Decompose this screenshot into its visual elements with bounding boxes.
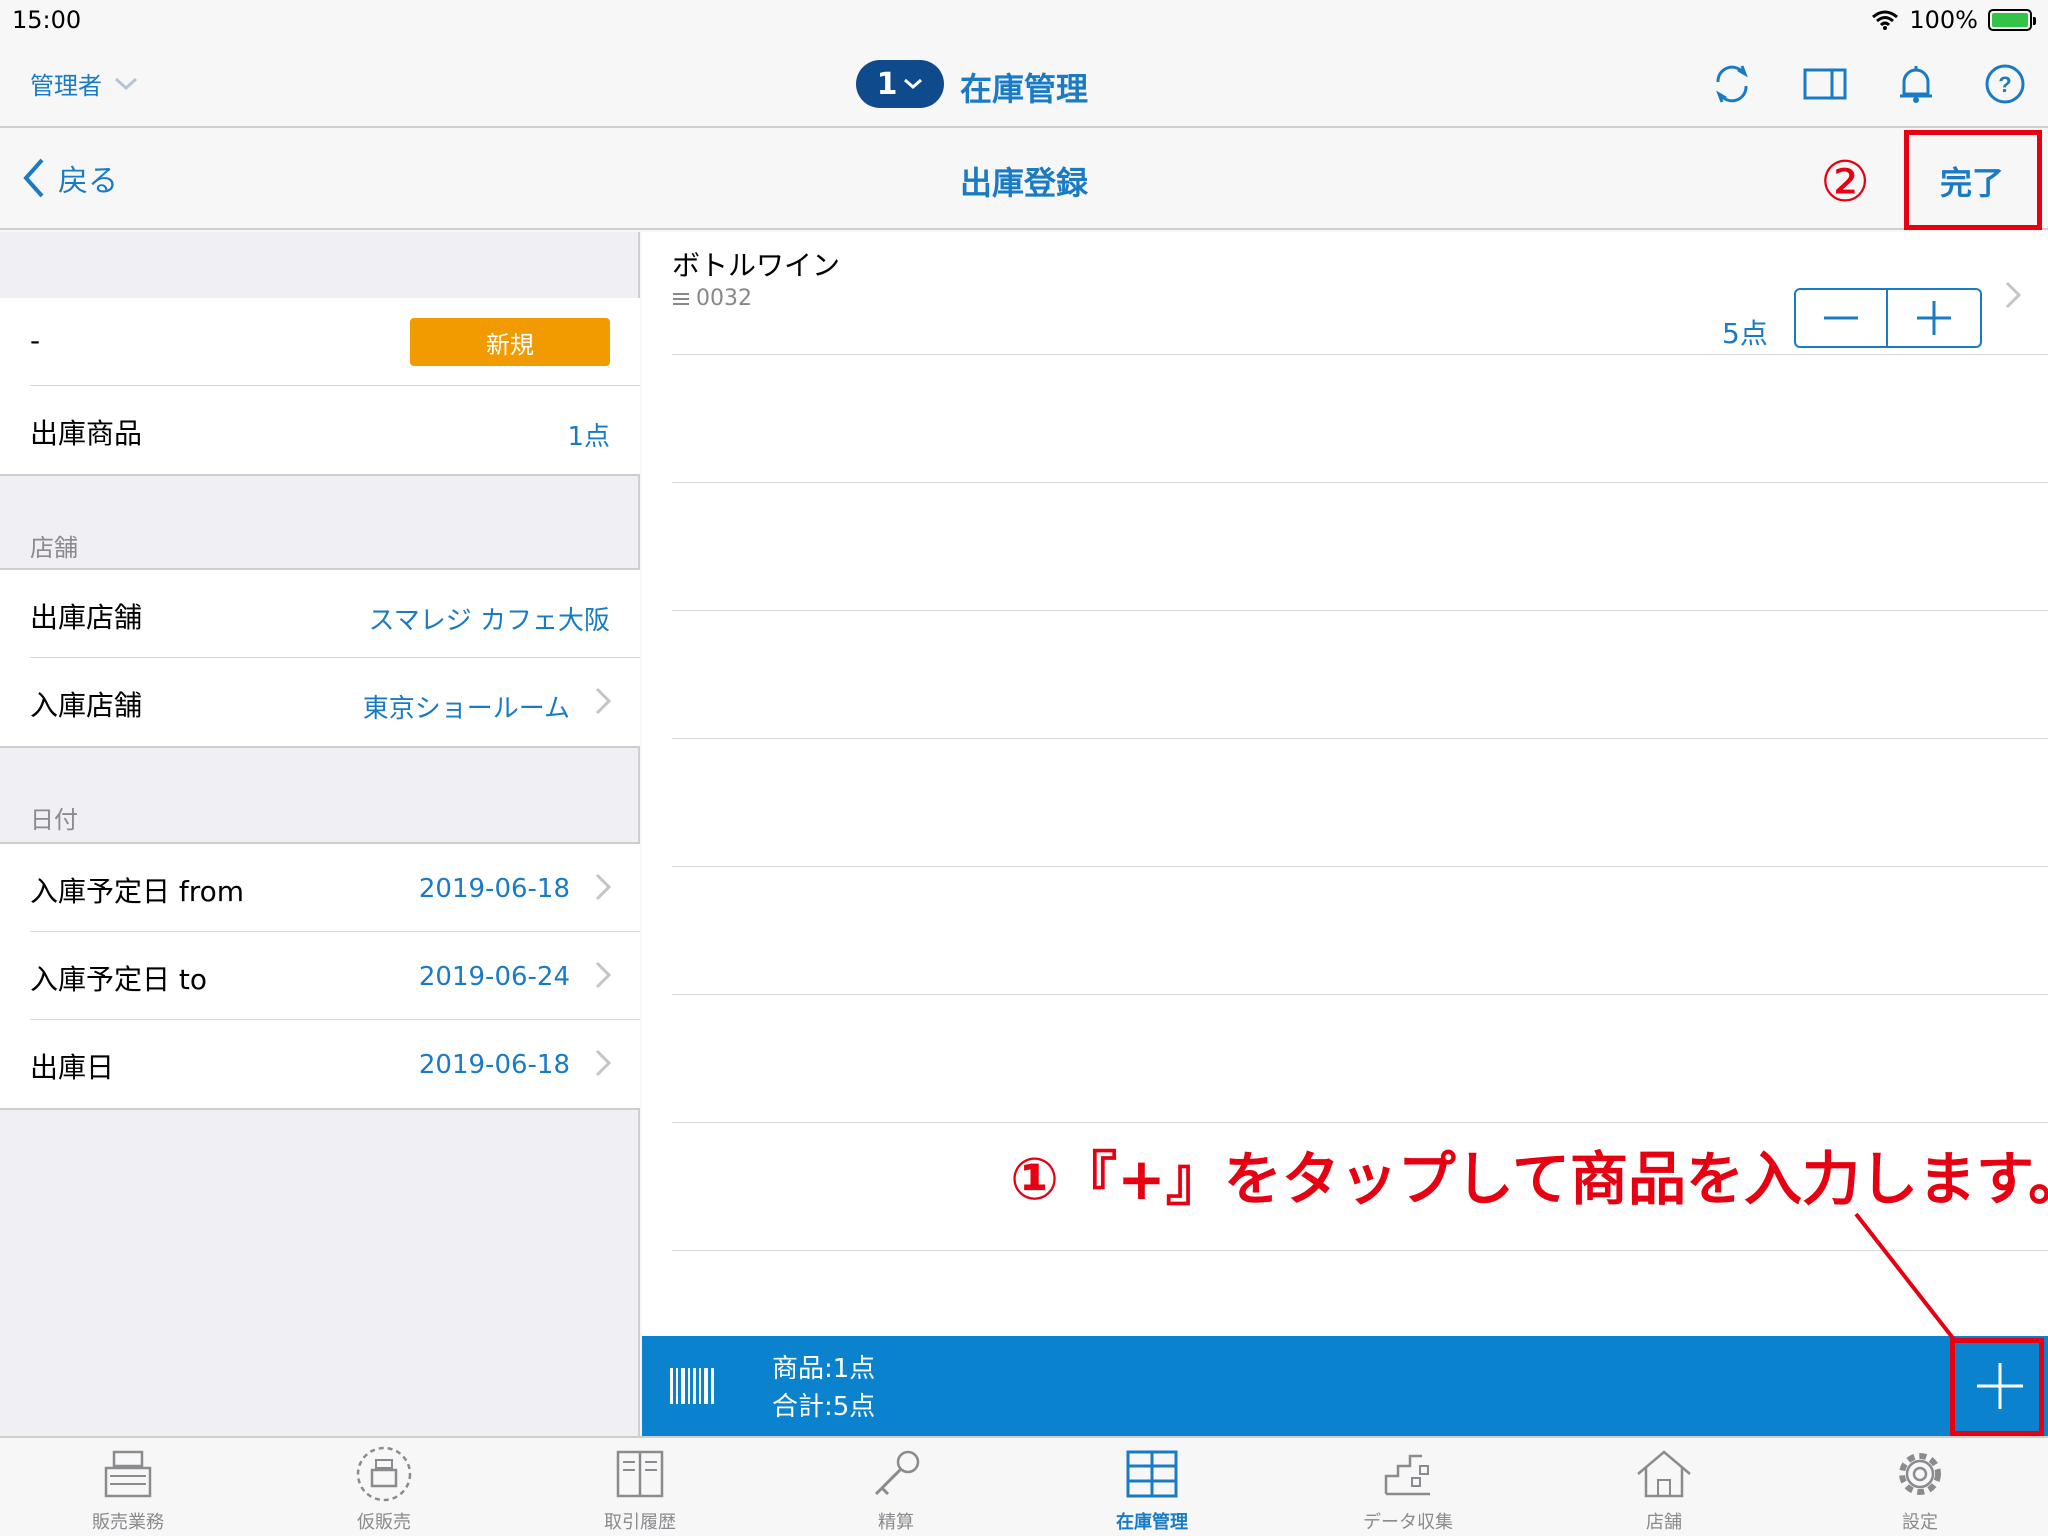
app-header: 管理者 1 在庫管理 ? (0, 40, 2048, 128)
arrival-to-value: 2019-06-24 (418, 962, 570, 992)
tab-history[interactable]: 取引履歴 (512, 1438, 768, 1536)
shipping-date-label: 出庫日 (30, 1051, 115, 1084)
destination-store-row[interactable]: 入庫店舗 東京ショールーム (0, 658, 640, 746)
split-view-icon[interactable] (1802, 60, 1848, 108)
detail-panel: - 新規 出庫商品 1点 店舗 出庫店舗 スマレジ カフェ大阪 入庫店舗 東京シ… (0, 232, 640, 1436)
tab-label: 店舗 (1646, 1512, 1682, 1533)
arrival-from-row[interactable]: 入庫予定日 from 2019-06-18 (0, 844, 640, 932)
tab-label: データ収集 (1363, 1512, 1453, 1533)
tab-label: 在庫管理 (1116, 1512, 1188, 1533)
register-number: 1 (876, 66, 898, 102)
tab-label: 精算 (878, 1512, 914, 1533)
item-code: 0032 (696, 286, 752, 311)
plus-icon (1917, 301, 1951, 335)
svg-text:?: ? (1998, 72, 2011, 97)
summary: 商品:1点 合計:5点 (772, 1350, 875, 1426)
list-item[interactable]: ボトルワイン 0032 5点 (642, 232, 2048, 354)
chevron-right-icon (595, 961, 612, 989)
sync-icon[interactable] (1712, 60, 1752, 108)
arrival-from-value: 2019-06-18 (418, 874, 570, 904)
data-icon (1384, 1454, 1430, 1496)
shelves-icon (1126, 1450, 1178, 1498)
user-name: 管理者 (30, 72, 102, 100)
shipping-date-row[interactable]: 出庫日 2019-06-18 (0, 1020, 640, 1108)
minus-icon (1824, 316, 1858, 320)
decrement-button[interactable] (1796, 290, 1888, 346)
tab-inventory[interactable]: 在庫管理 (1024, 1438, 1280, 1536)
chevron-right-icon (2005, 281, 2022, 309)
destination-store-value: 東京ショールーム (362, 694, 570, 724)
bell-icon[interactable] (1898, 60, 1934, 108)
chevron-right-icon (595, 1049, 612, 1077)
battery-percent: 100% (1909, 6, 1978, 34)
tab-label: 仮販売 (357, 1512, 411, 1533)
tab-label: 設定 (1902, 1512, 1938, 1533)
chevron-right-icon (595, 687, 612, 715)
chevron-down-icon (114, 77, 138, 90)
increment-button[interactable] (1888, 290, 1980, 346)
status-badge: 新規 (410, 318, 610, 366)
tab-stores[interactable]: 店舗 (1536, 1438, 1792, 1536)
key-icon (874, 1450, 920, 1496)
products-count: 1点 (567, 422, 610, 452)
add-highlight-box (1950, 1338, 2044, 1436)
total-summary: 合計:5点 (772, 1392, 876, 1422)
action-bar: 商品:1点 合計:5点 (642, 1336, 2048, 1436)
products-summary: 商品:1点 (772, 1354, 876, 1384)
book-icon (616, 1450, 664, 1498)
wifi-icon (1872, 10, 1899, 30)
register-selector[interactable]: 1 (856, 60, 944, 108)
help-icon[interactable]: ? (1984, 60, 2026, 108)
status-bar: 15:00 100% (0, 0, 2048, 40)
status-time: 15:00 (12, 6, 82, 34)
tab-label: 販売業務 (92, 1512, 164, 1533)
app-title: 在庫管理 (960, 70, 1089, 108)
tab-temp-sales[interactable]: 仮販売 (256, 1438, 512, 1536)
item-name: ボトルワイン (672, 249, 841, 282)
barcode-small-icon (673, 292, 689, 305)
tab-data-collection[interactable]: データ収集 (1280, 1438, 1536, 1536)
destination-store-label: 入庫店舗 (30, 689, 143, 722)
arrival-to-label: 入庫予定日 to (30, 963, 208, 996)
battery-icon (1988, 9, 2036, 31)
products-label: 出庫商品 (30, 417, 143, 450)
user-menu[interactable]: 管理者 (30, 66, 138, 101)
shipping-date-value: 2019-06-18 (418, 1050, 570, 1080)
arrival-to-row[interactable]: 入庫予定日 to 2019-06-24 (0, 932, 640, 1020)
temp-register-icon (356, 1446, 412, 1502)
tab-sales[interactable]: 販売業務 (0, 1438, 256, 1536)
tab-label: 取引履歴 (604, 1512, 676, 1533)
gear-icon (1899, 1453, 1941, 1495)
tab-settings[interactable]: 設定 (1792, 1438, 2048, 1536)
source-store-row: 出庫店舗 スマレジ カフェ大阪 (0, 570, 640, 658)
register-icon (104, 1450, 152, 1498)
item-quantity: 5点 (1722, 317, 1768, 350)
chevron-down-icon (904, 78, 923, 89)
status-label: - (30, 324, 41, 357)
source-store-label: 出庫店舗 (30, 601, 143, 634)
quantity-stepper[interactable] (1794, 288, 1982, 348)
barcode-icon[interactable] (670, 1368, 716, 1404)
tab-settlement[interactable]: 精算 (768, 1438, 1024, 1536)
done-highlight-box (1904, 130, 2042, 230)
page-title: 出庫登録 (959, 164, 1088, 202)
tab-bar: 販売業務 仮販売 取引履歴 精算 在庫管理 データ収集 店舗 設定 (0, 1436, 2048, 1536)
store-section-header: 店舗 (30, 534, 78, 562)
nav-bar: 戻る 出庫登録 完了 (0, 130, 2048, 230)
step2-marker: ② (1820, 150, 1871, 215)
products-row: 出庫商品 1点 (0, 386, 640, 474)
source-store-value: スマレジ カフェ大阪 (368, 606, 611, 636)
date-section-header: 日付 (30, 806, 78, 834)
arrival-from-label: 入庫予定日 from (30, 875, 245, 908)
status-row: - 新規 (0, 298, 640, 386)
chevron-right-icon (595, 873, 612, 901)
home-icon (1637, 1450, 1691, 1498)
step1-instruction: ①『+』をタップして商品を入力します。 (1010, 1145, 2048, 1213)
